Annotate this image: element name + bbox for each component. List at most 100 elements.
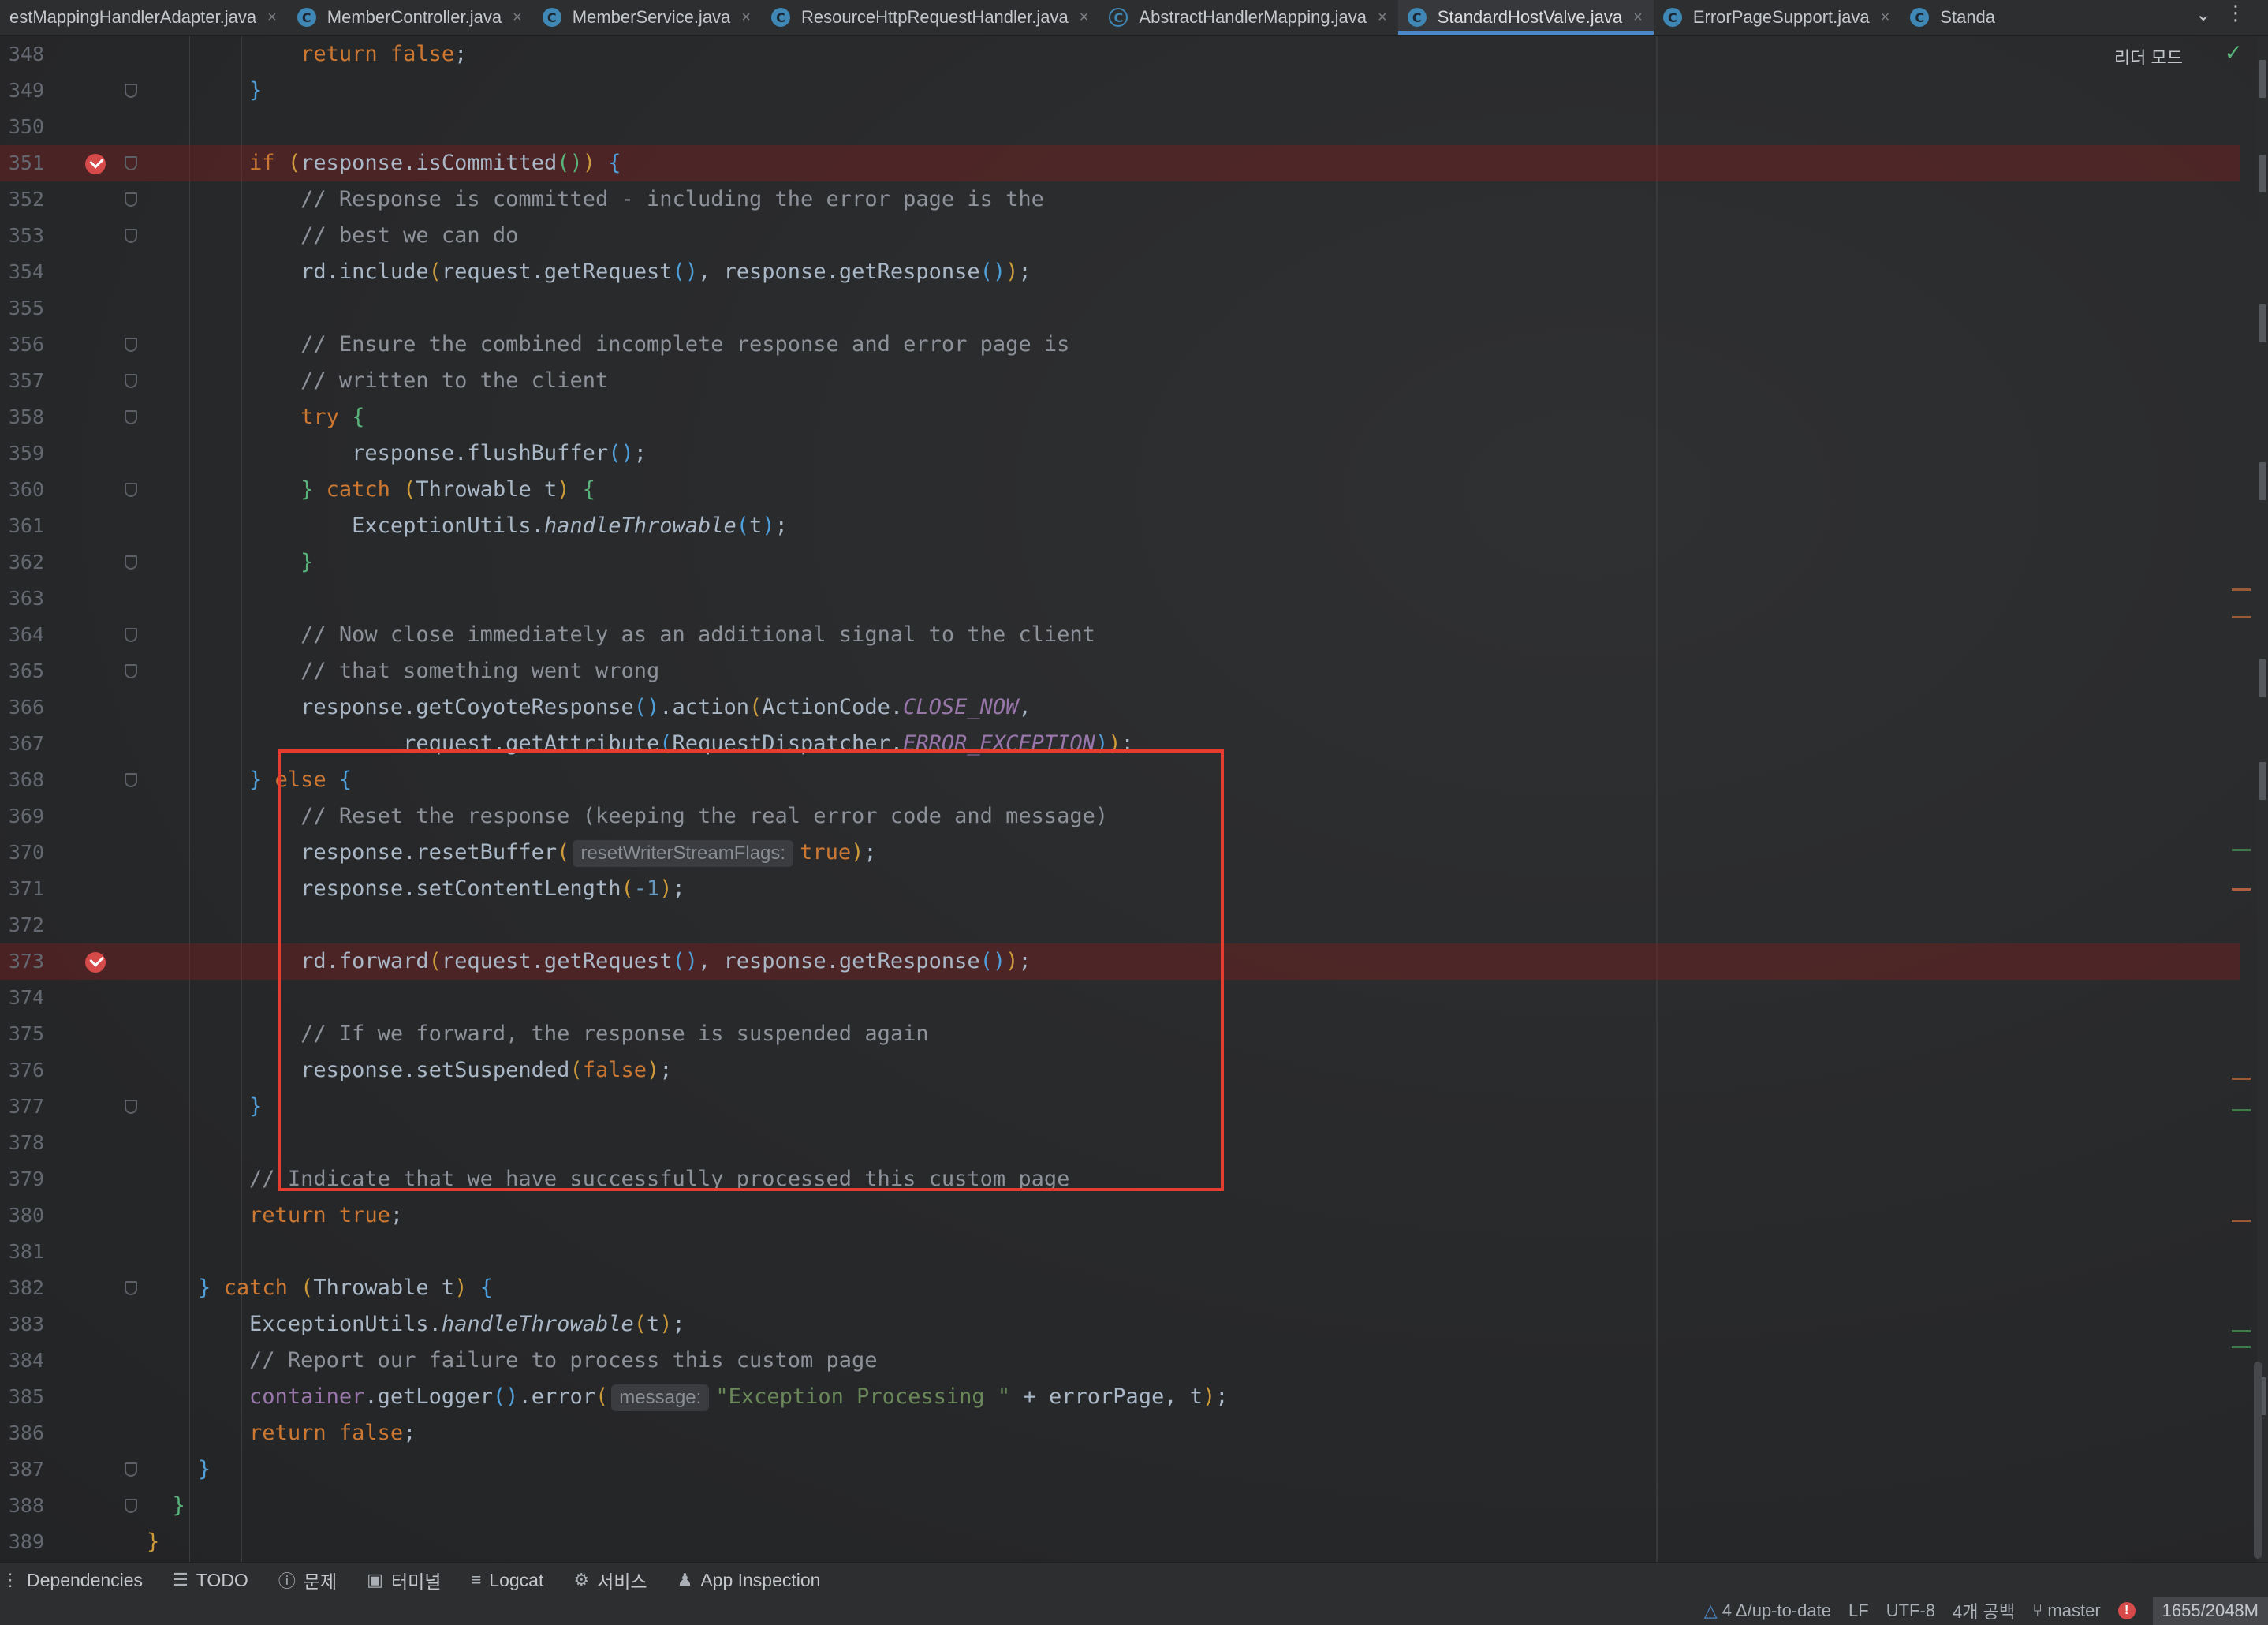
line-number[interactable]: 362 bbox=[0, 544, 44, 581]
editor-tab[interactable]: C Standa bbox=[1901, 0, 2006, 35]
line-number[interactable]: 370 bbox=[0, 835, 44, 871]
line-number[interactable]: 356 bbox=[0, 327, 44, 363]
error-stripe-mark[interactable] bbox=[2232, 588, 2251, 591]
code-line[interactable]: 348 return false; bbox=[0, 36, 2240, 73]
file-encoding[interactable]: UTF-8 bbox=[1886, 1601, 1935, 1621]
breakpoint-icon[interactable] bbox=[85, 154, 106, 174]
line-number[interactable]: 363 bbox=[0, 581, 44, 617]
fold-marker-icon[interactable] bbox=[125, 1281, 137, 1295]
code-line[interactable]: 360 } catch (Throwable t) { bbox=[0, 472, 2240, 508]
line-number[interactable]: 385 bbox=[0, 1379, 44, 1415]
code-line[interactable]: 357 // written to the client bbox=[0, 363, 2240, 399]
tool-window-button[interactable]: ▣ 터미널 bbox=[367, 1567, 441, 1593]
code-line[interactable]: 353 // best we can do bbox=[0, 218, 2240, 254]
error-stripe-mark[interactable] bbox=[2232, 1346, 2251, 1348]
line-number[interactable]: 386 bbox=[0, 1415, 44, 1451]
line-number[interactable]: 358 bbox=[0, 399, 44, 435]
code-line[interactable]: 380 return true; bbox=[0, 1197, 2240, 1234]
error-stripe-mark[interactable] bbox=[2232, 888, 2251, 891]
fold-marker-icon[interactable] bbox=[125, 1100, 137, 1114]
line-number[interactable]: 369 bbox=[0, 798, 44, 835]
fold-marker-icon[interactable] bbox=[125, 156, 137, 170]
error-stripe-mark[interactable] bbox=[2232, 849, 2251, 851]
line-number[interactable]: 378 bbox=[0, 1125, 44, 1161]
line-number[interactable]: 360 bbox=[0, 472, 44, 508]
breakpoint-icon[interactable] bbox=[85, 952, 106, 973]
line-number[interactable]: 361 bbox=[0, 508, 44, 544]
side-tool-button[interactable] bbox=[2259, 659, 2266, 697]
line-number[interactable]: 375 bbox=[0, 1016, 44, 1052]
code-line[interactable]: 349 } bbox=[0, 73, 2240, 109]
error-stripe-mark[interactable] bbox=[2232, 1220, 2251, 1222]
code-line[interactable]: 384 // Report our failure to process thi… bbox=[0, 1343, 2240, 1379]
tool-window-button[interactable]: ⋮ Dependencies bbox=[2, 1570, 143, 1591]
chevron-down-icon[interactable]: ⌄ bbox=[2195, 3, 2211, 25]
close-icon[interactable]: × bbox=[513, 9, 522, 27]
side-tool-button[interactable] bbox=[2259, 762, 2266, 800]
inspection-ok-icon[interactable]: ✓ bbox=[2225, 39, 2243, 65]
tool-window-button[interactable]: ⓘ 문제 bbox=[278, 1567, 337, 1593]
line-number[interactable]: 388 bbox=[0, 1488, 44, 1524]
editor-tab[interactable]: C StandardHostValve.java × bbox=[1397, 0, 1654, 35]
fold-marker-icon[interactable] bbox=[125, 1499, 137, 1513]
editor-tab[interactable]: estMappingHandlerAdapter.java × bbox=[0, 0, 288, 35]
line-number[interactable]: 377 bbox=[0, 1089, 44, 1125]
fold-marker-icon[interactable] bbox=[125, 483, 137, 497]
line-number[interactable]: 350 bbox=[0, 109, 44, 145]
close-icon[interactable]: × bbox=[267, 9, 277, 27]
editor-tab[interactable]: C MemberService.java × bbox=[533, 0, 762, 35]
line-number[interactable]: 383 bbox=[0, 1306, 44, 1343]
close-icon[interactable]: × bbox=[741, 9, 751, 27]
code-line[interactable]: 355 bbox=[0, 290, 2240, 327]
code-line[interactable]: 358 try { bbox=[0, 399, 2240, 435]
line-number[interactable]: 354 bbox=[0, 254, 44, 290]
code-line[interactable]: 385 container.getLogger().error(message:… bbox=[0, 1379, 2240, 1415]
close-icon[interactable]: × bbox=[1080, 9, 1089, 27]
more-vertical-icon[interactable]: ⋮ bbox=[2225, 2, 2246, 25]
editor-tab[interactable]: C ResourceHttpRequestHandler.java × bbox=[762, 0, 1099, 35]
line-number[interactable]: 353 bbox=[0, 218, 44, 254]
line-number[interactable]: 349 bbox=[0, 73, 44, 109]
editor-scrollbar[interactable] bbox=[2254, 1362, 2262, 1559]
line-number[interactable]: 366 bbox=[0, 689, 44, 726]
line-number[interactable]: 376 bbox=[0, 1052, 44, 1089]
code-line[interactable]: 364 // Now close immediately as an addit… bbox=[0, 617, 2240, 653]
line-number[interactable]: 382 bbox=[0, 1270, 44, 1306]
fold-marker-icon[interactable] bbox=[125, 192, 137, 207]
line-number[interactable]: 384 bbox=[0, 1343, 44, 1379]
close-icon[interactable]: × bbox=[1633, 9, 1643, 27]
error-stripe-mark[interactable] bbox=[2232, 616, 2251, 618]
memory-indicator[interactable]: 1655/2048M bbox=[2152, 1597, 2268, 1625]
line-number[interactable]: 355 bbox=[0, 290, 44, 327]
line-number[interactable]: 351 bbox=[0, 145, 44, 181]
line-number[interactable]: 371 bbox=[0, 871, 44, 907]
line-number[interactable]: 367 bbox=[0, 726, 44, 762]
line-number[interactable]: 357 bbox=[0, 363, 44, 399]
reader-mode-toggle[interactable]: 리더 모드 bbox=[2114, 44, 2183, 69]
code-line[interactable]: 386 return false; bbox=[0, 1415, 2240, 1451]
tool-window-button[interactable]: ≡ Logcat bbox=[471, 1570, 543, 1591]
line-number[interactable]: 359 bbox=[0, 435, 44, 472]
line-number[interactable]: 373 bbox=[0, 943, 44, 980]
side-tool-button[interactable] bbox=[2259, 304, 2266, 342]
line-number[interactable]: 374 bbox=[0, 980, 44, 1016]
code-line[interactable]: 362 } bbox=[0, 544, 2240, 581]
code-line[interactable]: 359 response.flushBuffer(); bbox=[0, 435, 2240, 472]
error-indicator-icon[interactable]: ! bbox=[2117, 1602, 2136, 1619]
side-tool-button[interactable] bbox=[2259, 60, 2266, 98]
code-line[interactable]: 350 bbox=[0, 109, 2240, 145]
fold-marker-icon[interactable] bbox=[125, 338, 137, 352]
line-number[interactable]: 381 bbox=[0, 1234, 44, 1270]
fold-marker-icon[interactable] bbox=[125, 229, 137, 243]
fold-marker-icon[interactable] bbox=[125, 773, 137, 787]
code-line[interactable]: 352 // Response is committed - including… bbox=[0, 181, 2240, 218]
code-line[interactable]: 382 } catch (Throwable t) { bbox=[0, 1270, 2240, 1306]
fold-marker-icon[interactable] bbox=[125, 1462, 137, 1477]
editor-tab[interactable]: C MemberController.java × bbox=[288, 0, 533, 35]
fold-marker-icon[interactable] bbox=[125, 410, 137, 424]
tool-window-button[interactable]: ⚙ 서비스 bbox=[573, 1567, 647, 1593]
line-number[interactable]: 348 bbox=[0, 36, 44, 73]
code-line[interactable]: 381 bbox=[0, 1234, 2240, 1270]
indent-setting[interactable]: 4개 공백 bbox=[1953, 1598, 2015, 1623]
error-stripe-mark[interactable] bbox=[2232, 1330, 2251, 1332]
